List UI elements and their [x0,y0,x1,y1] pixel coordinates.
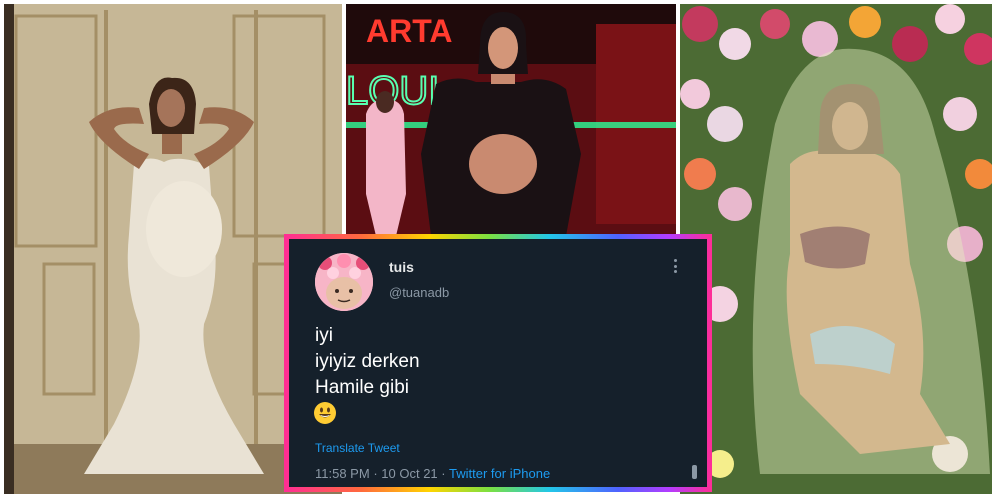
tweet-meta: 11:58 PM · 10 Oct 21 · Twitter for iPhon… [315,466,550,481]
photo-center-illustration: ARTA LOUI [346,4,676,236]
meta-separator: · [373,466,378,481]
tweet-time[interactable]: 11:58 PM [315,466,370,481]
tweet-card-frame: tuis @tuanadb iyi iyiyiz derken Hamile g… [284,234,712,492]
tweet-text: iyi iyiyiz derken Hamile gibi [315,323,420,401]
avatar[interactable] [315,253,373,311]
tweet-source-link[interactable]: Twitter for iPhone [449,466,550,481]
sign-text-top: ARTA [366,13,453,49]
tweet-line: iyiyiz derken [315,351,420,372]
grinning-face-emoji-icon [314,402,336,424]
photo-right [680,4,992,494]
display-name[interactable]: tuis [389,259,414,275]
tweet-card[interactable]: tuis @tuanadb iyi iyiyiz derken Hamile g… [289,239,707,487]
user-handle[interactable]: @tuanadb [389,285,449,300]
scrollbar-thumb[interactable] [692,465,697,479]
avatar-image [315,253,373,311]
photo-center: ARTA LOUI [346,4,676,236]
tweet-line: Hamile gibi [315,377,409,398]
tweet-line: iyi [315,325,333,346]
more-options-icon[interactable] [667,257,683,275]
translate-tweet-link[interactable]: Translate Tweet [315,441,400,455]
photo-right-illustration [680,4,992,494]
tweet-date[interactable]: 10 Oct 21 [381,466,437,481]
meta-separator: · [441,466,446,481]
